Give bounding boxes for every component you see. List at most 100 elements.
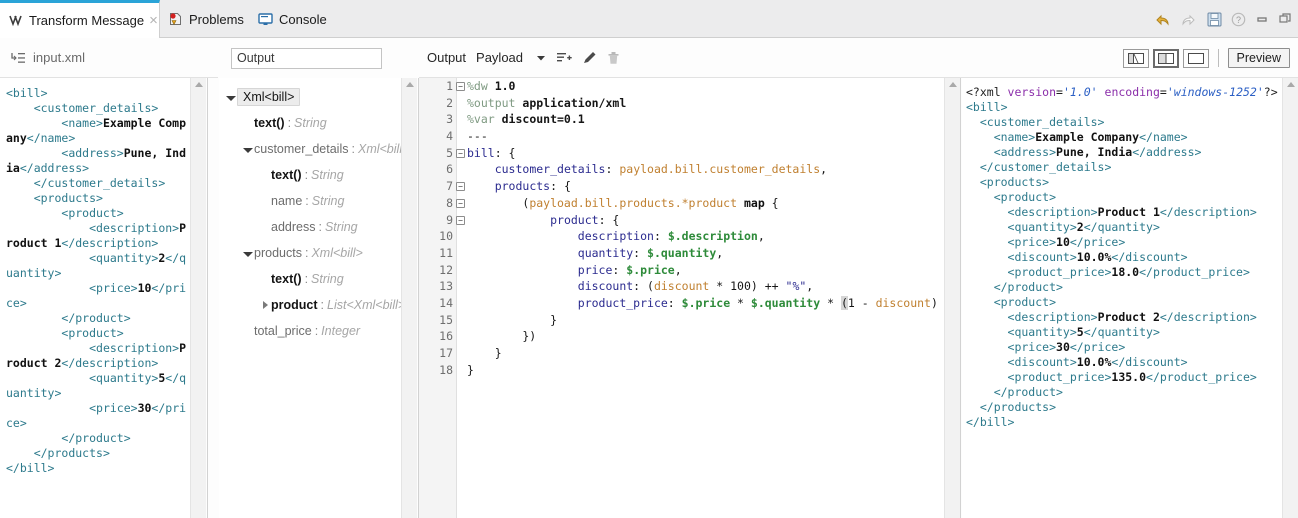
fold-toggle-icon[interactable]: − <box>456 198 465 208</box>
tree-node-total-price[interactable]: total_price : Integer <box>219 318 401 344</box>
fold-toggle-icon[interactable]: − <box>456 82 465 91</box>
tab-label: Console <box>279 11 327 27</box>
code-line: description: $.description, <box>467 228 944 245</box>
code-token: } <box>467 312 558 327</box>
code-token: }) <box>467 329 537 344</box>
xml-token: </product> <box>6 311 131 325</box>
input-panel-scrollbar[interactable] <box>190 78 206 518</box>
tab-label: Transform Message <box>29 13 145 28</box>
chevron-down-icon[interactable] <box>242 246 254 260</box>
code-token: : { <box>550 179 571 194</box>
input-xml-panel[interactable]: <bill> <customer_details> <name>Example … <box>0 78 190 518</box>
output-name-input[interactable]: Output <box>231 47 382 69</box>
line-number: 10 <box>439 229 453 244</box>
fold-toggle-icon[interactable]: − <box>456 148 465 158</box>
layout-full-pane-button[interactable] <box>1182 48 1209 68</box>
delete-trash-icon[interactable] <box>607 51 620 65</box>
tree-panel-scrollbar[interactable] <box>401 78 417 518</box>
dataweave-code-area[interactable]: %dw 1.0 %output application/xml %var disco… <box>467 78 944 518</box>
problems-icon <box>168 12 183 26</box>
tree-node-text[interactable]: text() : String <box>219 162 401 188</box>
layout-split-pane-button[interactable] <box>1152 48 1179 68</box>
redo-icon[interactable] <box>1180 11 1198 27</box>
code-token: $.quantity <box>647 245 717 260</box>
code-token: : <box>667 295 682 310</box>
tree-node-separator: : <box>304 246 309 260</box>
xml-token: <products> <box>6 191 103 205</box>
xml-token: </description> <box>61 356 159 370</box>
code-line: %dw 1.0 <box>467 78 944 95</box>
close-icon[interactable]: × <box>149 13 158 28</box>
add-list-icon[interactable] <box>557 51 572 64</box>
tree-node-label: product <box>271 298 318 312</box>
tree-node-customer-details[interactable]: customer_details : Xml<bill> <box>219 136 401 162</box>
tree-node-type: String <box>294 116 327 130</box>
output-xml-line: <discount>10.0%</discount> <box>966 355 1282 370</box>
code-token: $.price <box>681 295 731 310</box>
code-token: quantity <box>577 245 634 260</box>
chevron-down-icon[interactable] <box>242 142 254 156</box>
tab-problems[interactable]: Problems <box>168 0 244 38</box>
xml-line: <description>Product 2</description> <box>6 341 190 371</box>
xml-token: </customer_details> <box>6 176 166 190</box>
output-xml-line: <quantity>2</quantity> <box>966 220 1282 235</box>
fold-toggle-icon[interactable]: − <box>456 215 465 225</box>
code-line: price: $.price, <box>467 262 944 279</box>
chevron-right-icon[interactable] <box>259 298 271 312</box>
xml-token: <product> <box>6 206 124 220</box>
tab-label: Problems <box>189 11 244 27</box>
code-line: } <box>467 362 944 379</box>
help-icon[interactable]: ? <box>1231 12 1246 27</box>
xml-token: <description> <box>6 221 180 235</box>
save-icon[interactable] <box>1207 12 1222 27</box>
maximize-icon[interactable] <box>1278 12 1292 26</box>
code-editor-scrollbar[interactable] <box>944 78 960 518</box>
tree-node-address[interactable]: address : String <box>219 214 401 240</box>
tree-node-type: String <box>324 220 358 234</box>
output-xml-preview-panel[interactable]: <?xml version='1.0' encoding='windows-12… <box>962 78 1282 518</box>
scroll-up-icon[interactable] <box>1287 82 1295 87</box>
tree-node-products[interactable]: products : Xml<bill> <box>219 240 401 266</box>
fold-toggle-icon[interactable]: − <box>456 182 465 192</box>
line-number: 3 <box>446 112 453 127</box>
output-structure-tree-panel[interactable]: Xml<bill> text() : String customer_details… <box>219 78 401 518</box>
panel-divider[interactable] <box>207 78 208 518</box>
undo-icon[interactable] <box>1153 11 1171 27</box>
chevron-down-icon[interactable] <box>225 90 237 104</box>
scroll-up-icon[interactable] <box>949 82 957 87</box>
dataweave-code-editor[interactable]: 1−2 3 4 5−6 7−8−9−10 11 12 13 14 15 16 17 18 %dw 1.0… <box>419 78 944 518</box>
code-token: { <box>764 195 779 210</box>
scroll-up-icon[interactable] <box>195 82 203 87</box>
tree-node-xml-bill[interactable]: Xml<bill> <box>219 84 401 110</box>
output-xml-line: <product_price>135.0</product_price> <box>966 370 1282 385</box>
tab-transform-message[interactable]: Transform Message × <box>0 0 160 38</box>
code-token: discount <box>653 279 710 294</box>
panel-divider[interactable] <box>960 78 961 518</box>
code-line: customer_details: payload.bill.customer_… <box>467 161 944 178</box>
preview-button[interactable]: Preview <box>1227 48 1290 68</box>
output-xml-token: Example Company <box>1035 130 1140 144</box>
chevron-down-icon[interactable] <box>535 53 547 63</box>
code-token: products <box>494 179 551 194</box>
scroll-up-icon[interactable] <box>406 82 414 87</box>
output-xml-line: <product> <box>966 295 1282 310</box>
tree-node-label: name <box>271 194 303 208</box>
line-number: 12 <box>439 262 453 277</box>
output-xml-line: </customer_details> <box>966 160 1282 175</box>
xml-token: <price> <box>6 281 138 295</box>
tree-node-text[interactable]: text() : String <box>219 266 401 292</box>
tree-node-text[interactable]: text() : String <box>219 110 401 136</box>
output-xml-token: 18.0 <box>1111 265 1140 279</box>
output-panel-scrollbar[interactable] <box>1282 78 1298 518</box>
edit-pencil-icon[interactable] <box>582 51 597 65</box>
minimize-icon[interactable] <box>1255 12 1269 26</box>
transform-icon <box>9 14 24 27</box>
layout-single-pane-button[interactable] <box>1122 48 1149 68</box>
output-xml-token: <product> <box>966 190 1057 204</box>
tab-console[interactable]: Console <box>258 0 327 38</box>
tree-node-type: Xml<bill> <box>357 142 401 156</box>
code-token: bill <box>467 145 495 160</box>
tree-node-name[interactable]: name : String <box>219 188 401 214</box>
tree-node-product[interactable]: product : List<Xml<bill>> <box>219 292 401 318</box>
